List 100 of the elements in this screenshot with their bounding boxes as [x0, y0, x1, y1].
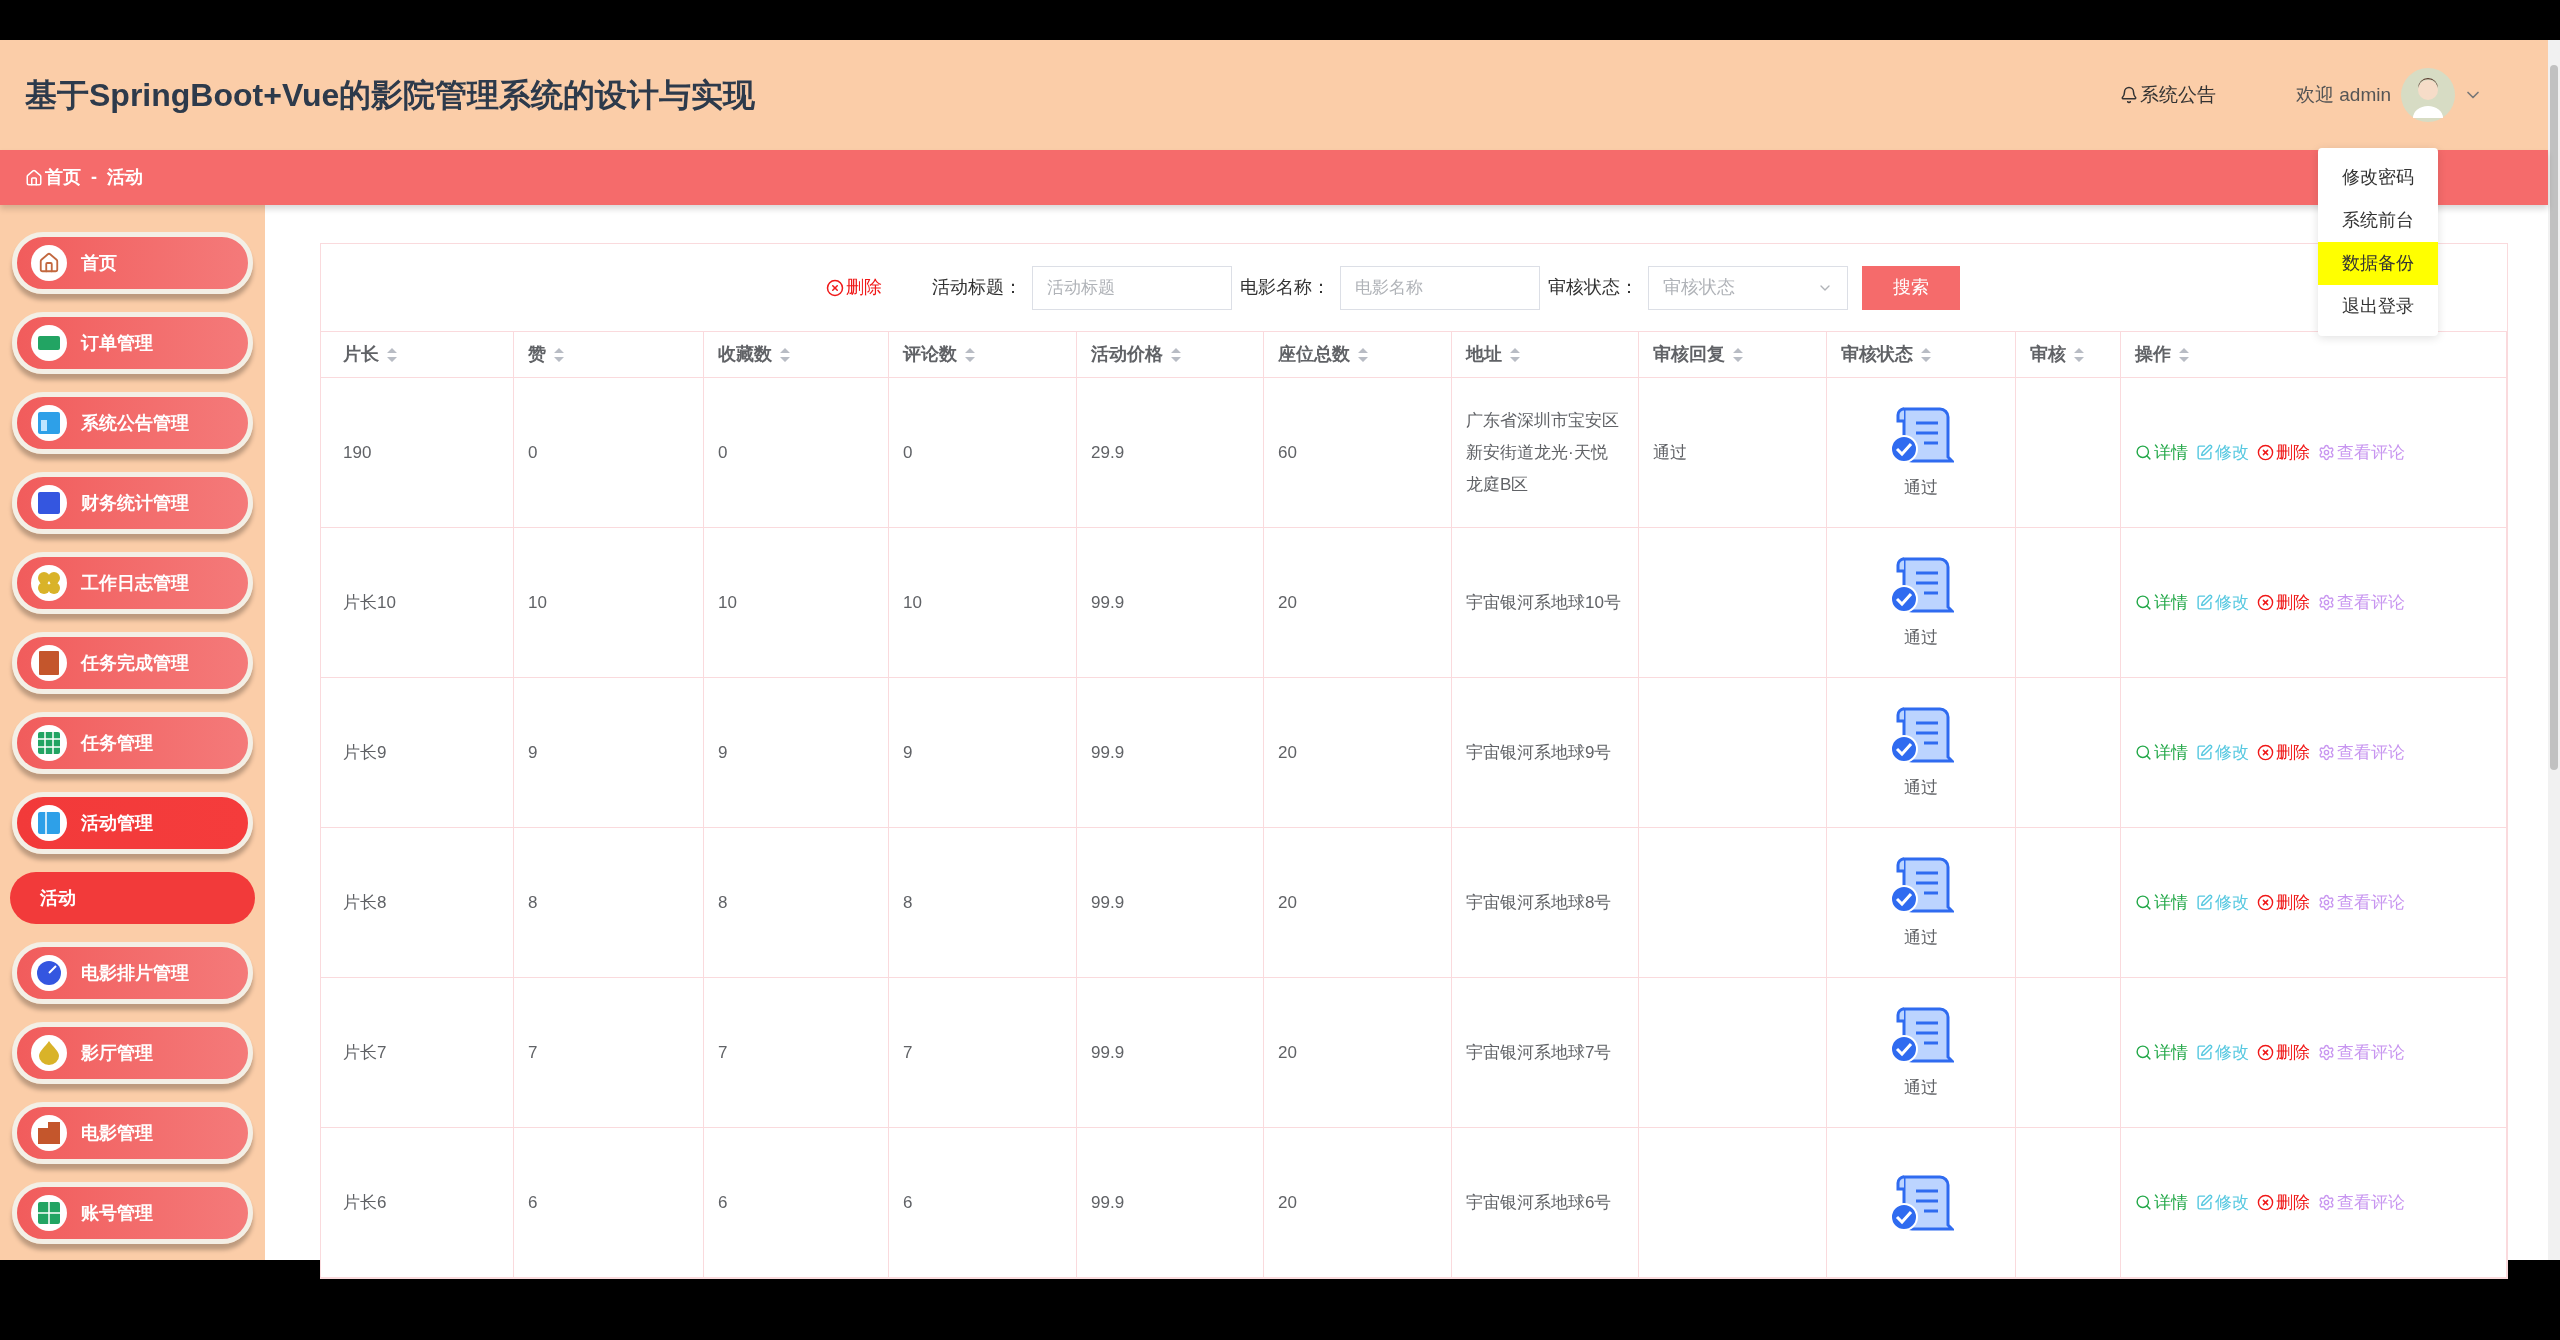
menu-icon [31, 325, 67, 361]
filter-field[interactable]: 活动标题 [1032, 265, 1232, 310]
action-link[interactable]: 修改 [2196, 439, 2249, 466]
sidebar-item[interactable]: 订单管理 [12, 312, 253, 374]
action-link[interactable]: 删除 [2257, 589, 2310, 616]
search-icon [2135, 744, 2152, 761]
sidebar-item[interactable]: 首页 [12, 232, 253, 294]
column-header[interactable]: 审核 [2016, 332, 2121, 377]
sort-icon[interactable] [780, 347, 790, 362]
action-link[interactable]: 查看评论 [2318, 739, 2405, 766]
search-icon [2135, 444, 2152, 461]
sidebar-item[interactable]: 系统公告管理 [12, 392, 253, 454]
action-link[interactable]: 查看评论 [2318, 589, 2405, 616]
sidebar-item[interactable]: 账号管理 [12, 1182, 253, 1244]
circle-x-icon [2257, 894, 2274, 911]
sidebar-item[interactable]: 影厅管理 [12, 1022, 253, 1084]
action-link[interactable]: 详情 [2135, 439, 2188, 466]
action-link[interactable]: 修改 [2196, 589, 2249, 616]
menu-item[interactable]: 修改密码 [2318, 156, 2438, 199]
table-cell-text: 99.9 [1091, 591, 1125, 614]
edit-icon [2196, 744, 2213, 761]
action-link[interactable]: 删除 [2257, 1039, 2310, 1066]
filter-field[interactable]: 电影名称 [1340, 265, 1540, 310]
action-link[interactable]: 查看评论 [2318, 1189, 2405, 1216]
sidebar-item[interactable]: 任务管理 [12, 712, 253, 774]
action-link[interactable]: 详情 [2135, 739, 2188, 766]
action-link[interactable]: 查看评论 [2318, 439, 2405, 466]
status-text: 通过 [1904, 926, 1938, 949]
column-header[interactable]: 片长 [329, 332, 514, 377]
column-header[interactable]: 地址 [1452, 332, 1639, 377]
search-icon [2135, 1044, 2152, 1061]
table-cell-text: 8 [903, 891, 913, 914]
sidebar-item[interactable]: 电影排片管理 [12, 942, 253, 1004]
action-link[interactable]: 查看评论 [2318, 889, 2405, 916]
action-link[interactable]: 修改 [2196, 1039, 2249, 1066]
address-cell-text: 宇宙银河系地球10号 [1466, 591, 1621, 614]
sidebar-item[interactable]: 电影管理 [12, 1102, 253, 1164]
status-select[interactable]: 审核状态 [1648, 265, 1848, 310]
sidebar-item[interactable]: 活动管理 [12, 792, 253, 854]
sort-icon[interactable] [554, 347, 564, 362]
column-header[interactable]: 赞 [514, 332, 704, 377]
table-cell-text: 6 [528, 1191, 538, 1214]
menu-item[interactable]: 退出登录 [2318, 285, 2438, 328]
table-cell-text: 20 [1278, 891, 1297, 914]
sort-icon[interactable] [2074, 347, 2084, 362]
sidebar-item[interactable]: 工作日志管理 [12, 552, 253, 614]
action-link[interactable]: 删除 [2257, 1189, 2310, 1216]
edit-icon [2196, 594, 2213, 611]
table-cell-text: 10 [718, 591, 737, 614]
action-link[interactable]: 查看评论 [2318, 1039, 2405, 1066]
address-cell-text: 宇宙银河系地球8号 [1466, 891, 1612, 914]
delete-button[interactable]: 删除 [826, 274, 882, 301]
action-link[interactable]: 详情 [2135, 1039, 2188, 1066]
sidebar-item[interactable]: 任务完成管理 [12, 632, 253, 694]
action-link[interactable]: 删除 [2257, 439, 2310, 466]
table-cell-text: 片长10 [343, 591, 396, 614]
search-button[interactable]: 搜索 [1862, 265, 1960, 310]
column-header[interactable]: 活动价格 [1077, 332, 1264, 377]
action-link[interactable]: 详情 [2135, 889, 2188, 916]
sort-icon[interactable] [1733, 347, 1743, 362]
column-header[interactable]: 收藏数 [704, 332, 889, 377]
action-link[interactable]: 删除 [2257, 889, 2310, 916]
action-link[interactable]: 删除 [2257, 739, 2310, 766]
column-header[interactable]: 审核回复 [1639, 332, 1827, 377]
gear-icon [2318, 894, 2335, 911]
table-cell-text: 20 [1278, 591, 1297, 614]
action-link[interactable]: 修改 [2196, 889, 2249, 916]
notice-link[interactable]: 系统公告 [2119, 80, 2216, 110]
menu-item[interactable]: 数据备份 [2318, 242, 2438, 285]
table-cell-text: 99.9 [1091, 1041, 1125, 1064]
sort-icon[interactable] [1358, 347, 1368, 362]
address-cell-text: 宇宙银河系地球9号 [1466, 741, 1612, 764]
sort-icon[interactable] [2179, 347, 2189, 362]
status-text: 通过 [1904, 776, 1938, 799]
scrollbar[interactable] [2548, 40, 2560, 1260]
sort-icon[interactable] [1510, 347, 1520, 362]
sort-icon[interactable] [1171, 347, 1181, 362]
table-cell-text: 7 [903, 1041, 913, 1064]
sidebar-subitem[interactable]: 活动 [10, 872, 255, 924]
sidebar-item[interactable]: 财务统计管理 [12, 472, 253, 534]
action-link[interactable]: 详情 [2135, 1189, 2188, 1216]
action-link[interactable]: 修改 [2196, 1189, 2249, 1216]
home-link[interactable]: 首页 [25, 164, 81, 191]
gear-icon [2318, 1194, 2335, 1211]
sort-icon[interactable] [387, 347, 397, 362]
table-cell-text: 7 [718, 1041, 728, 1064]
circle-x-icon [2257, 744, 2274, 761]
column-header[interactable]: 座位总数 [1264, 332, 1452, 377]
avatar-icon[interactable] [2401, 68, 2455, 122]
sort-icon[interactable] [965, 347, 975, 362]
table-cell-text: 29.9 [1091, 441, 1125, 464]
search-icon [2135, 594, 2152, 611]
menu-icon [31, 1115, 67, 1151]
action-link[interactable]: 修改 [2196, 739, 2249, 766]
action-link[interactable]: 详情 [2135, 589, 2188, 616]
menu-icon [31, 565, 67, 601]
column-header[interactable]: 评论数 [889, 332, 1077, 377]
menu-item[interactable]: 系统前台 [2318, 199, 2438, 242]
column-header[interactable]: 审核状态 [1827, 332, 2016, 377]
sort-icon[interactable] [1921, 347, 1931, 362]
